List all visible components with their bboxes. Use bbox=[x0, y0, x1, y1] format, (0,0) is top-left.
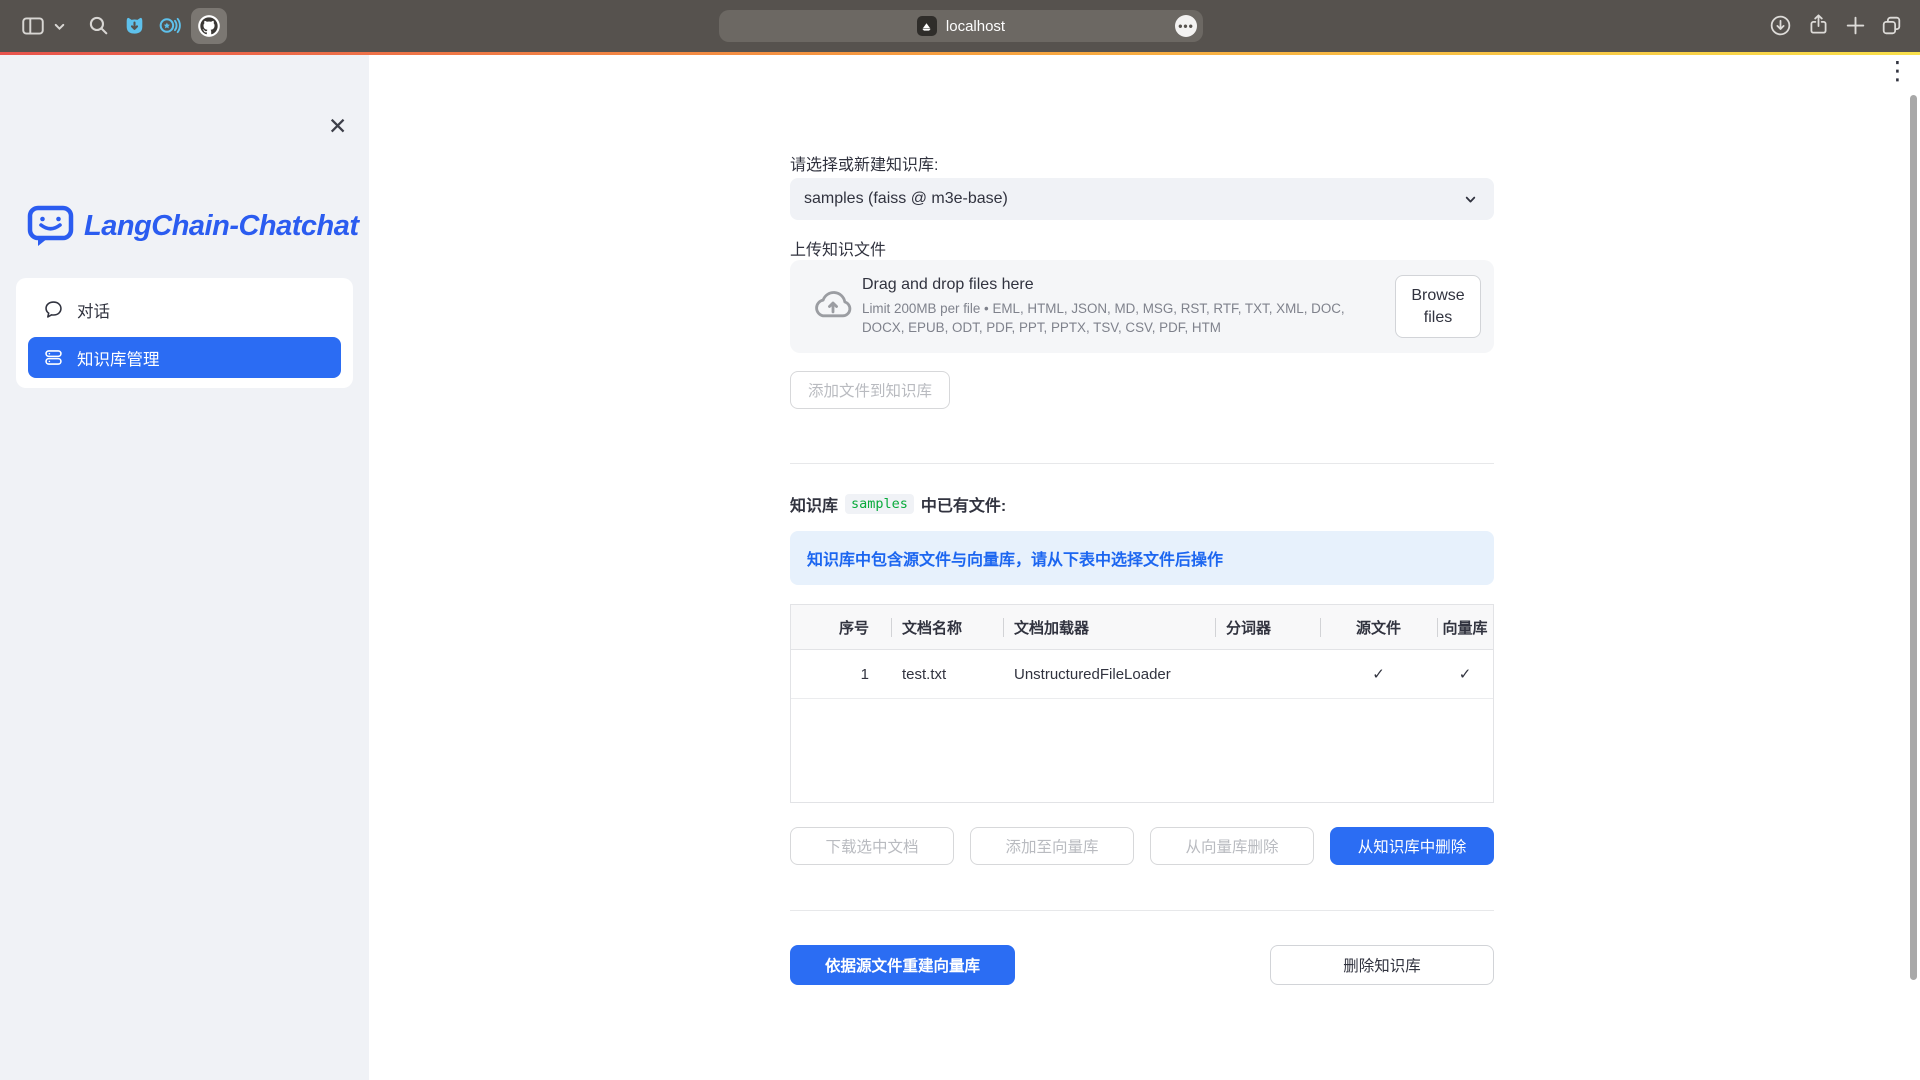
downloads-icon[interactable] bbox=[1768, 13, 1793, 38]
close-sidebar-icon[interactable]: ✕ bbox=[328, 115, 347, 138]
delete-from-kb-button[interactable]: 从知识库中删除 bbox=[1330, 827, 1494, 865]
share-icon[interactable] bbox=[1806, 12, 1831, 37]
section-divider bbox=[790, 463, 1494, 464]
cell-index: 1 bbox=[791, 650, 891, 698]
database-icon bbox=[43, 347, 64, 368]
sidebar-item-label: 对话 bbox=[77, 298, 110, 322]
info-text: 知识库中包含源文件与向量库，请从下表中选择文件后操作 bbox=[807, 546, 1223, 570]
logo-text: LangChain-Chatchat bbox=[84, 210, 359, 243]
upload-section-label: 上传知识文件 bbox=[790, 236, 886, 260]
page-options-icon[interactable]: ••• bbox=[1175, 15, 1197, 37]
col-header-source: 源文件 bbox=[1320, 605, 1437, 649]
rebuild-vector-store-button[interactable]: 依据源文件重建向量库 bbox=[790, 945, 1015, 985]
dropzone-title: Drag and drop files here bbox=[862, 276, 1384, 294]
app-menu-icon[interactable]: ⋮ bbox=[1885, 59, 1910, 84]
search-icon[interactable] bbox=[86, 13, 111, 38]
info-banner: 知识库中包含源文件与向量库，请从下表中选择文件后操作 bbox=[790, 531, 1494, 585]
browse-files-button[interactable]: Browse files bbox=[1395, 275, 1481, 338]
cell-splitter bbox=[1215, 650, 1320, 698]
heading-prefix: 知识库 bbox=[790, 492, 838, 516]
chevron-down-icon[interactable] bbox=[53, 20, 66, 33]
sidebar: ✕ LangChain-Chatchat 对话 bbox=[0, 55, 369, 1080]
address-bar[interactable]: localhost ••• bbox=[719, 10, 1203, 42]
col-header-loader: 文档加载器 bbox=[1003, 605, 1215, 649]
kb-select-value: samples (faiss @ m3e-base) bbox=[804, 190, 1008, 208]
github-extension-icon[interactable] bbox=[191, 8, 227, 44]
cell-vector-check: ✓ bbox=[1437, 650, 1493, 698]
blue-cat-extension-icon[interactable] bbox=[122, 13, 147, 38]
kb-name-code: samples bbox=[845, 494, 914, 514]
url-text: localhost bbox=[946, 18, 1005, 35]
file-action-buttons: 下载选中文档 添加至向量库 从向量库删除 从知识库中删除 bbox=[790, 827, 1494, 865]
page-scrollbar[interactable] bbox=[1910, 95, 1917, 980]
bottom-divider bbox=[790, 910, 1494, 911]
cell-loader: UnstructuredFileLoader bbox=[1003, 650, 1215, 698]
cell-source-check: ✓ bbox=[1320, 650, 1437, 698]
col-header-splitter: 分词器 bbox=[1215, 605, 1320, 649]
logo-chat-bubble-icon bbox=[27, 205, 74, 248]
kb-select-label: 请选择或新建知识库: bbox=[790, 151, 938, 175]
site-favicon bbox=[917, 16, 937, 36]
col-header-filename: 文档名称 bbox=[891, 605, 1003, 649]
app-logo: LangChain-Chatchat bbox=[27, 205, 359, 248]
file-dropzone[interactable]: Drag and drop files here Limit 200MB per… bbox=[790, 260, 1494, 353]
sidebar-item-kb-management[interactable]: 知识库管理 bbox=[28, 337, 341, 378]
sidebar-menu: 对话 知识库管理 bbox=[16, 278, 353, 388]
table-header-row: 序号 文档名称 文档加载器 分词器 源文件 向量库 bbox=[791, 605, 1493, 650]
sidebar-item-label: 知识库管理 bbox=[77, 346, 160, 370]
delete-kb-button[interactable]: 删除知识库 bbox=[1270, 945, 1494, 985]
col-header-vector: 向量库 bbox=[1437, 605, 1493, 649]
kb-files-heading: 知识库 samples 中已有文件: bbox=[790, 492, 1006, 516]
kb-files-table[interactable]: 序号 文档名称 文档加载器 分词器 源文件 向量库 1 test.txt Uns… bbox=[790, 604, 1494, 803]
browser-toolbar: localhost ••• bbox=[0, 0, 1920, 52]
cell-filename: test.txt bbox=[891, 650, 1003, 698]
add-to-vector-button[interactable]: 添加至向量库 bbox=[970, 827, 1134, 865]
add-files-to-kb-button[interactable]: 添加文件到知识库 bbox=[790, 371, 950, 409]
cloud-upload-icon bbox=[812, 287, 854, 321]
table-row[interactable]: 1 test.txt UnstructuredFileLoader ✓ ✓ bbox=[791, 650, 1493, 699]
new-tab-icon[interactable] bbox=[1843, 13, 1868, 38]
heading-suffix: 中已有文件: bbox=[921, 492, 1006, 516]
dropzone-hint: Limit 200MB per file • EML, HTML, JSON, … bbox=[862, 299, 1384, 338]
select-chevron-icon bbox=[1461, 190, 1480, 209]
sidebar-item-dialogue[interactable]: 对话 bbox=[28, 289, 341, 330]
ripple-star-extension-icon[interactable] bbox=[157, 13, 182, 38]
remove-from-vector-button[interactable]: 从向量库删除 bbox=[1150, 827, 1314, 865]
col-header-index: 序号 bbox=[791, 605, 891, 649]
chat-bubble-icon bbox=[43, 299, 64, 320]
download-selected-button[interactable]: 下载选中文档 bbox=[790, 827, 954, 865]
kb-select-dropdown[interactable]: samples (faiss @ m3e-base) bbox=[790, 178, 1494, 220]
dropzone-text: Drag and drop files here Limit 200MB per… bbox=[862, 276, 1384, 338]
tabs-overview-icon[interactable] bbox=[1879, 13, 1904, 38]
main-content: ⋮ 请选择或新建知识库: samples (faiss @ m3e-base) … bbox=[369, 55, 1920, 1080]
sidebar-toggle-icon[interactable] bbox=[20, 13, 46, 39]
